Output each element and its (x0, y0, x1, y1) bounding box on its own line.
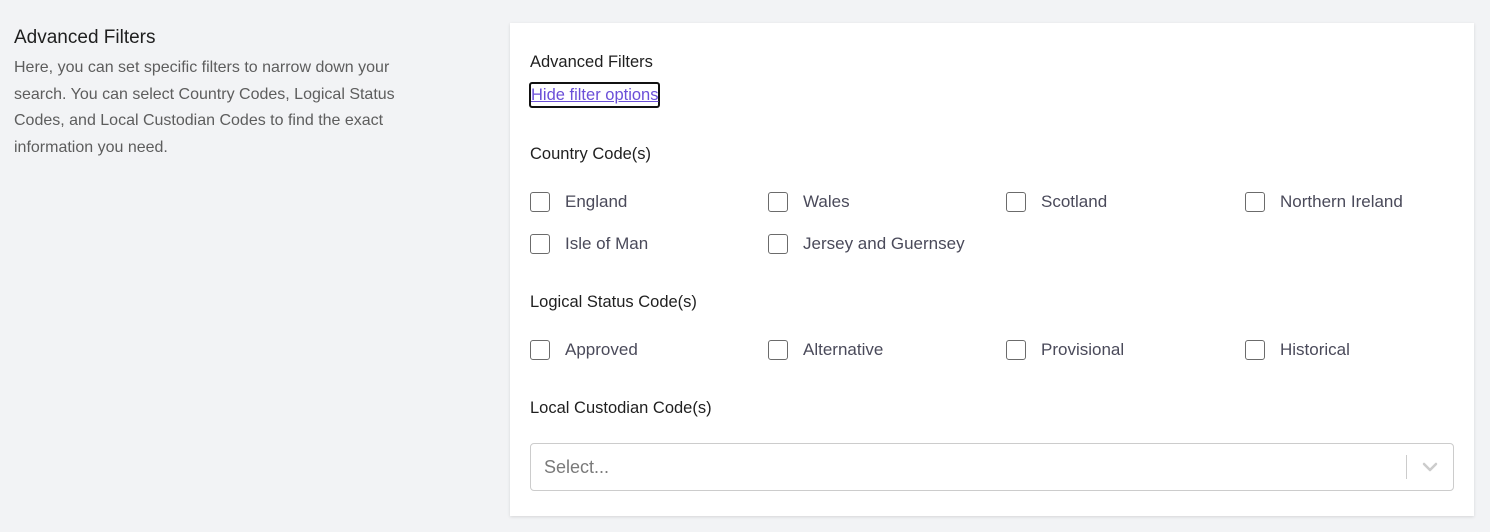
checkbox-label: Wales (803, 192, 850, 211)
local-custodian-select[interactable]: Select... (530, 443, 1454, 491)
checkbox-icon[interactable] (1006, 192, 1026, 212)
checkbox-alternative[interactable]: Alternative (768, 340, 1006, 360)
checkbox-northern-ireland[interactable]: Northern Ireland (1245, 192, 1483, 212)
advanced-filters-card: Advanced Filters Hide filter options Cou… (510, 23, 1474, 516)
checkbox-icon[interactable] (1006, 340, 1026, 360)
checkbox-label: Approved (565, 340, 638, 359)
checkbox-historical[interactable]: Historical (1245, 340, 1483, 360)
checkbox-wales[interactable]: Wales (768, 192, 1006, 212)
hide-filter-options-link[interactable]: Hide filter options (529, 82, 661, 108)
checkbox-label: Scotland (1041, 192, 1108, 211)
checkbox-icon[interactable] (530, 234, 550, 254)
checkbox-label: Historical (1280, 340, 1350, 359)
checkbox-icon[interactable] (530, 340, 550, 360)
checkbox-jersey-and-guernsey[interactable]: Jersey and Guernsey (768, 234, 1006, 254)
local-custodian-codes-label: Local Custodian Code(s) (530, 399, 712, 417)
checkbox-label: England (565, 192, 628, 211)
checkbox-label: Isle of Man (565, 234, 649, 253)
checkbox-scotland[interactable]: Scotland (1006, 192, 1245, 212)
card-title: Advanced Filters (530, 53, 653, 71)
checkbox-england[interactable]: England (530, 192, 768, 212)
country-codes-label: Country Code(s) (530, 145, 652, 163)
checkbox-isle-of-man[interactable]: Isle of Man (530, 234, 768, 254)
checkbox-approved[interactable]: Approved (530, 340, 768, 360)
checkbox-icon[interactable] (530, 192, 550, 212)
select-placeholder: Select... (544, 456, 610, 477)
checkbox-icon[interactable] (1245, 340, 1265, 360)
checkbox-icon[interactable] (768, 192, 788, 212)
intro-title: Advanced Filters (14, 27, 156, 48)
logical-status-codes-group: Approved Alternative Provisional Histori… (530, 340, 1482, 360)
checkbox-provisional[interactable]: Provisional (1006, 340, 1245, 360)
page: Advanced Filters Here, you can set speci… (0, 0, 1490, 532)
chevron-down-icon[interactable] (1407, 444, 1453, 490)
intro-description: Here, you can set specific filters to na… (14, 59, 395, 156)
checkbox-icon[interactable] (768, 340, 788, 360)
checkbox-label: Provisional (1041, 340, 1125, 359)
checkbox-label: Northern Ireland (1280, 192, 1403, 211)
checkbox-label: Jersey and Guernsey (803, 234, 965, 253)
checkbox-label: Alternative (803, 340, 884, 359)
checkbox-icon[interactable] (768, 234, 788, 254)
logical-status-codes-label: Logical Status Code(s) (530, 293, 697, 311)
checkbox-icon[interactable] (1245, 192, 1265, 212)
country-codes-group: England Wales Scotland Northern Ireland … (530, 192, 1482, 254)
intro-section: Advanced Filters Here, you can set speci… (14, 26, 444, 161)
